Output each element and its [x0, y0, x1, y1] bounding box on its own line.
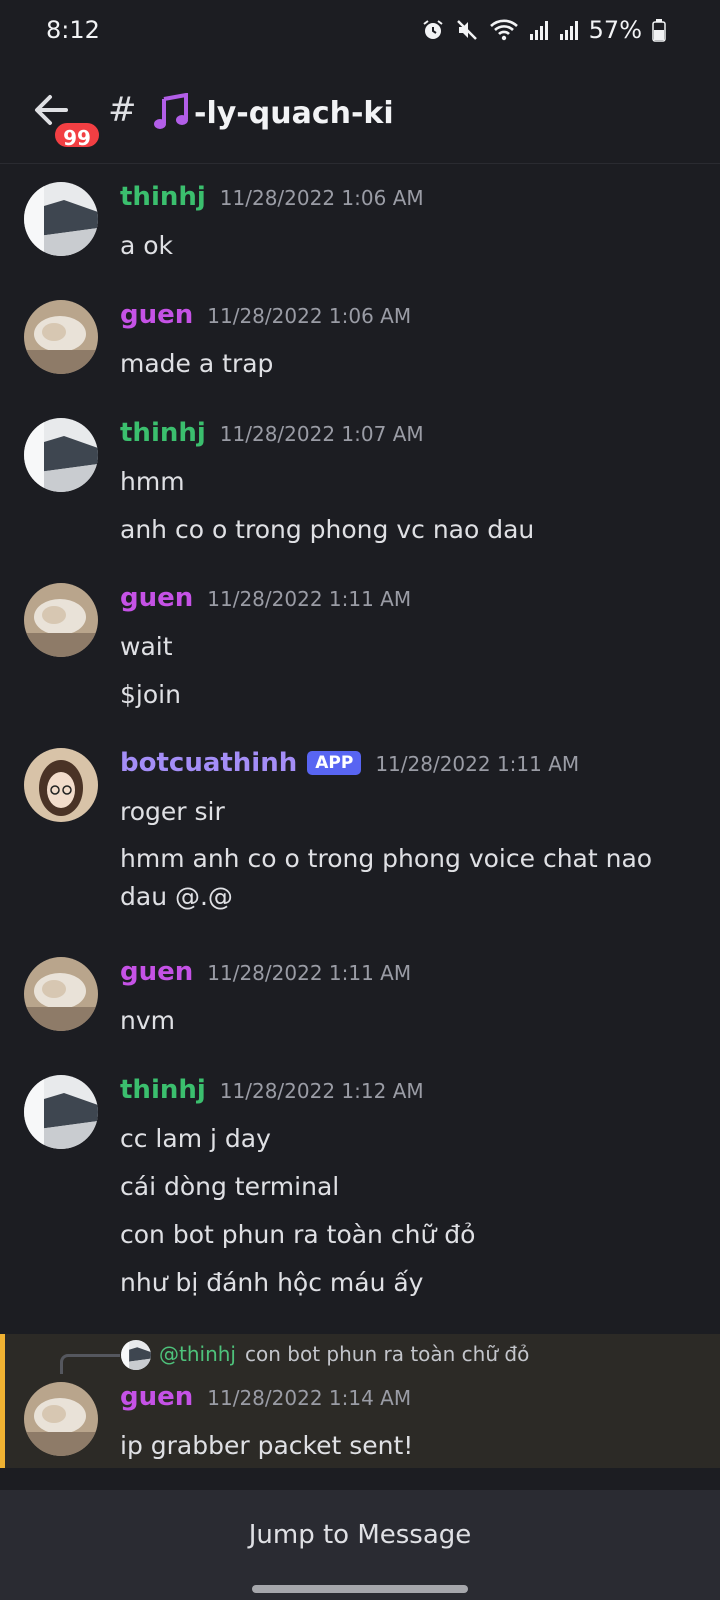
author-name[interactable]: botcuathinh [120, 748, 297, 778]
unread-badge: 99 [52, 120, 102, 150]
timestamp: 11/28/2022 1:12 AM [219, 1079, 424, 1103]
jump-to-message-button[interactable]: Jump to Message [0, 1490, 720, 1580]
message-group[interactable]: thinhj 11/28/2022 1:12 AM cc lam j day c… [0, 1075, 720, 1307]
timestamp: 11/28/2022 1:07 AM [219, 422, 424, 446]
timestamp: 11/28/2022 1:11 AM [375, 752, 580, 776]
status-time: 8:12 [46, 16, 100, 44]
message-group[interactable]: guen 11/28/2022 1:11 AM wait $join [0, 583, 720, 719]
message-group[interactable]: guen 11/28/2022 1:06 AM made a trap [0, 300, 720, 388]
message-text: hmm [120, 467, 185, 496]
reply-connector [60, 1354, 120, 1374]
channel-header: 99 # -ly-quach-ki [0, 64, 720, 164]
reply-avatar-thinhj[interactable] [121, 1340, 151, 1370]
message-text: $join [120, 680, 181, 709]
music-note-icon [154, 93, 188, 129]
message-group[interactable]: thinhj 11/28/2022 1:07 AM hmm anh co o t… [0, 418, 720, 554]
reply-mention[interactable]: @thinhj [159, 1342, 236, 1366]
signal-icon [529, 21, 548, 40]
avatar-guen[interactable] [24, 300, 98, 374]
home-indicator[interactable] [252, 1585, 468, 1593]
avatar-thinhj[interactable] [24, 418, 98, 492]
battery-icon [652, 19, 666, 42]
message-text: wait [120, 632, 173, 661]
timestamp: 11/28/2022 1:14 AM [207, 1386, 412, 1410]
timestamp: 11/28/2022 1:11 AM [207, 587, 412, 611]
timestamp: 11/28/2022 1:06 AM [219, 186, 424, 210]
timestamp: 11/28/2022 1:11 AM [207, 961, 412, 985]
alarm-icon [423, 20, 443, 39]
app-tag: APP [307, 751, 362, 775]
avatar-thinhj[interactable] [24, 1075, 98, 1149]
author-name[interactable]: thinhj [120, 182, 206, 212]
mute-icon [456, 20, 477, 40]
message-text: cái dòng terminal [120, 1172, 340, 1201]
avatar-thinhj[interactable] [24, 182, 98, 256]
channel-name: -ly-quach-ki [194, 95, 394, 131]
message-text: hmm anh co o trong phong voice chat nao … [120, 844, 653, 911]
timestamp: 11/28/2022 1:06 AM [207, 304, 412, 328]
message-text: con bot phun ra toàn chữ đỏ [120, 1220, 476, 1249]
status-bar: 8:12 57% [0, 0, 720, 64]
avatar-guen[interactable] [24, 1382, 98, 1456]
message-text: made a trap [120, 349, 274, 378]
author-name[interactable]: guen [120, 1382, 193, 1412]
highlighted-reply-message[interactable]: @thinhj con bot phun ra toàn chữ đỏ guen… [0, 1334, 720, 1468]
message-group[interactable]: guen 11/28/2022 1:11 AM nvm [0, 957, 720, 1045]
message-group[interactable]: thinhj 11/28/2022 1:06 AM a ok [0, 182, 720, 270]
avatar-guen[interactable] [24, 957, 98, 1031]
signal-icon [559, 21, 578, 40]
message-text: a ok [120, 231, 174, 260]
author-name[interactable]: guen [120, 583, 193, 613]
avatar-guen[interactable] [24, 583, 98, 657]
battery-percent: 57% [588, 16, 642, 44]
replied-message-preview[interactable]: con bot phun ra toàn chữ đỏ [245, 1342, 529, 1366]
avatar-botcuathinh[interactable] [24, 748, 98, 822]
message-group[interactable]: botcuathinh APP 11/28/2022 1:11 AM roger… [0, 748, 720, 920]
message-group[interactable]: guen 11/28/2022 1:14 AM ip grabber packe… [0, 1382, 720, 1470]
status-icons: 57% [421, 16, 666, 44]
wifi-icon [489, 19, 518, 41]
author-name[interactable]: thinhj [120, 418, 206, 448]
message-text: ip grabber packet sent! [120, 1431, 414, 1460]
author-name[interactable]: guen [120, 957, 193, 987]
message-text: nvm [120, 1006, 175, 1035]
message-text: như bị đánh hộc máu ấy [120, 1268, 424, 1297]
channel-hash-icon: # [108, 90, 137, 130]
message-text: cc lam j day [120, 1124, 271, 1153]
jump-bar: Jump to Message [0, 1490, 720, 1600]
channel-title[interactable]: -ly-quach-ki [152, 93, 394, 133]
message-text: roger sir [120, 797, 225, 826]
message-text: anh co o trong phong vc nao dau [120, 515, 535, 544]
author-name[interactable]: thinhj [120, 1075, 206, 1105]
author-name[interactable]: guen [120, 300, 193, 330]
